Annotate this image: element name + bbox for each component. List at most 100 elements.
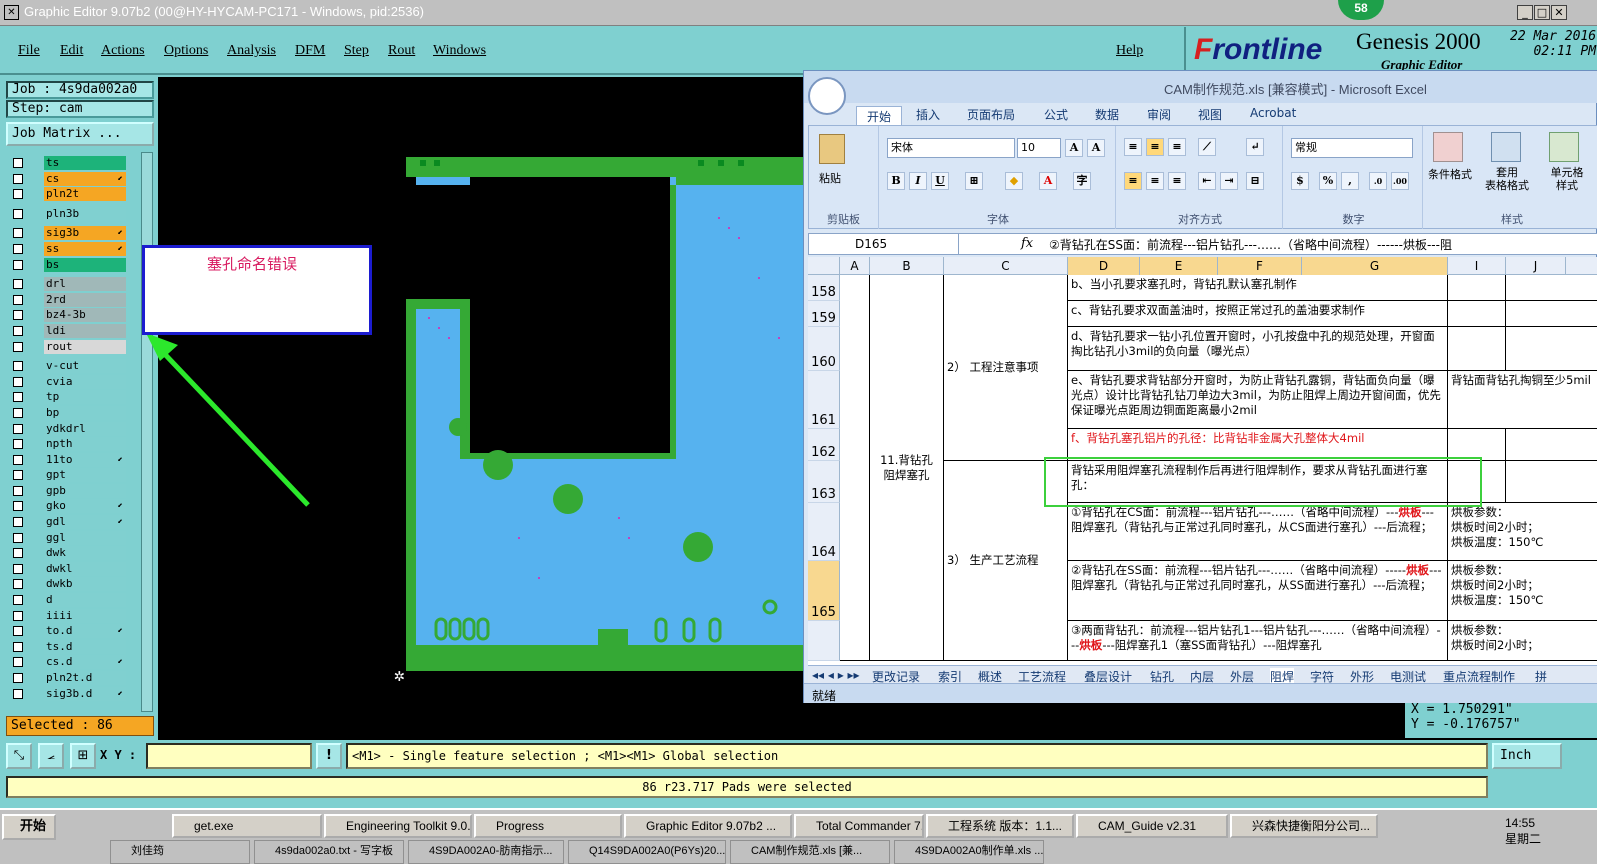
layer-checkbox[interactable] <box>13 423 23 434</box>
layer-label[interactable]: rout <box>44 339 126 354</box>
layer-label[interactable]: bs <box>44 257 126 272</box>
layer-row[interactable]: ggl <box>8 530 128 546</box>
layer-label[interactable]: 11to ⬋ <box>44 452 126 467</box>
cell-i[interactable]: 烘板参数： 烘板时间2小时； 烘板温度：150℃ <box>1448 503 1597 561</box>
font-size-select[interactable]: 10 <box>1017 138 1061 158</box>
minimize-button[interactable]: _ <box>1517 5 1533 20</box>
layer-row[interactable]: pln2t <box>8 186 128 202</box>
layer-checkbox[interactable] <box>13 208 23 219</box>
format-table-label[interactable]: 套用 表格格式 <box>1477 166 1537 192</box>
layer-checkbox[interactable] <box>13 361 23 372</box>
tab-formulas[interactable]: 公式 <box>1044 106 1068 123</box>
layer-label[interactable]: cs ⬋ <box>44 171 126 186</box>
name-box[interactable]: D165 <box>809 234 959 254</box>
layer-checkbox[interactable] <box>13 376 23 387</box>
layer-label[interactable]: ydkdrl <box>44 421 126 436</box>
menu-analysis[interactable]: Analysis <box>227 43 276 59</box>
layer-checkbox[interactable] <box>13 279 23 290</box>
layer-row[interactable]: dwk <box>8 545 128 561</box>
tab-view[interactable]: 视图 <box>1198 106 1222 123</box>
menu-actions[interactable]: Actions <box>101 43 145 59</box>
merge-cells-icon[interactable]: ⊟ <box>1246 172 1264 190</box>
taskbar-button[interactable]: get.exe <box>172 814 322 838</box>
layer-row[interactable]: ts.d <box>8 639 128 655</box>
menu-dfm[interactable]: DFM <box>295 43 325 59</box>
font-color-icon[interactable]: A <box>1039 172 1057 190</box>
layer-row[interactable]: gdl ⬋ <box>8 514 128 530</box>
col-i[interactable]: I <box>1448 257 1506 275</box>
layer-row[interactable]: ts <box>8 155 128 171</box>
layer-label[interactable]: v-cut <box>44 359 126 374</box>
row-header[interactable]: 160 <box>808 327 840 371</box>
layer-checkbox[interactable] <box>13 579 23 590</box>
cell-b-label[interactable]: 11.背钻孔 阻焊塞孔 <box>870 275 944 661</box>
menu-file[interactable]: File <box>18 43 40 59</box>
row-header[interactable]: 158 <box>808 275 840 301</box>
taskbar-button[interactable]: 4S9DA002A0制作单.xls ... <box>894 840 1044 864</box>
taskbar-button[interactable]: Graphic Editor 9.07b2 ... <box>624 814 792 838</box>
layer-checkbox[interactable] <box>13 294 23 305</box>
font-name-select[interactable]: 宋体 <box>887 138 1015 158</box>
layer-label[interactable]: 2rd <box>44 292 126 307</box>
number-format-select[interactable]: 常规 <box>1291 138 1413 158</box>
layer-checkbox[interactable] <box>13 341 23 352</box>
row-header[interactable] <box>808 621 840 661</box>
layer-row[interactable]: gpb <box>8 483 128 499</box>
paste-icon[interactable] <box>819 134 845 164</box>
taskbar-button[interactable]: 工程系统 版本：1.1... <box>926 814 1074 838</box>
layer-label[interactable]: dwkb <box>44 577 126 592</box>
align-center-icon[interactable]: ≡ <box>1146 172 1164 190</box>
cell-styles-label[interactable]: 单元格 样式 <box>1539 166 1595 192</box>
row-header[interactable]: 163 <box>808 461 840 503</box>
layer-row[interactable]: cvia <box>8 374 128 390</box>
layer-label[interactable]: ldi <box>44 323 126 338</box>
layer-row[interactable]: gpt <box>8 467 128 483</box>
alert-icon[interactable]: ! <box>316 743 342 769</box>
layer-row[interactable]: tp <box>8 389 128 405</box>
layer-checkbox[interactable] <box>13 259 23 270</box>
layer-row[interactable]: cs ⬋ <box>8 171 128 187</box>
decrease-indent-icon[interactable]: ⇤ <box>1198 172 1216 190</box>
layer-label[interactable]: sig3b ⬋ <box>44 226 126 241</box>
cell-d[interactable]: d、背钻孔要求一钻小孔位置开窗时，小孔按盘中孔的规范处理，开窗面掏比钻孔小3mi… <box>1068 327 1448 371</box>
taskbar-button[interactable]: Engineering Toolkit 9.0... <box>324 814 472 838</box>
cell-j[interactable] <box>1506 275 1597 301</box>
layer-label[interactable]: ts <box>44 156 126 170</box>
layer-checkbox[interactable] <box>13 189 23 200</box>
tab-page-layout[interactable]: 页面布局 <box>967 106 1015 123</box>
cell-d[interactable]: ①背钻孔在CS面：前流程---铝片钻孔---……（省略中间流程）---烘板---… <box>1068 503 1448 561</box>
bold-icon[interactable]: B <box>887 172 905 190</box>
tab-home[interactable]: 开始 <box>856 106 903 127</box>
layer-checkbox[interactable] <box>13 501 23 512</box>
taskbar-button[interactable]: CAM制作规范.xls [兼... <box>730 840 890 864</box>
cell-d[interactable]: b、当小孔要求塞孔时，背钻孔默认塞孔制作 <box>1068 275 1448 301</box>
taskbar-button[interactable]: Total Commander 7.0 ... <box>794 814 924 838</box>
phonetic-icon[interactable]: 字 <box>1073 172 1091 190</box>
layer-checkbox[interactable] <box>13 532 23 543</box>
align-top-icon[interactable]: ≡ <box>1124 138 1142 156</box>
menu-options[interactable]: Options <box>164 43 208 59</box>
measure-icon[interactable]: ⦟ <box>38 743 64 769</box>
layer-label[interactable]: npth <box>44 437 126 452</box>
taskbar-button[interactable]: 刘佳筠 <box>110 840 250 864</box>
tab-data[interactable]: 数据 <box>1095 106 1119 123</box>
menu-rout[interactable]: Rout <box>388 43 415 59</box>
layer-checkbox[interactable] <box>13 470 23 481</box>
zoom-icon[interactable]: ⤡ <box>6 743 32 769</box>
layer-label[interactable]: bz4-3b <box>44 308 126 323</box>
job-matrix-button[interactable]: Job Matrix ... <box>6 122 154 146</box>
layer-label[interactable]: dwk <box>44 546 126 561</box>
cell-d[interactable]: ②背钻孔在SS面：前流程---铝片钻孔---……（省略中间流程）-----烘板-… <box>1068 561 1448 621</box>
layer-label[interactable]: cvia <box>44 374 126 389</box>
menu-windows[interactable]: Windows <box>433 43 486 59</box>
layer-row[interactable]: drl <box>8 276 128 292</box>
layer-row[interactable]: to.d ⬋ <box>8 623 128 639</box>
row-header[interactable]: 162 <box>808 429 840 461</box>
menu-help[interactable]: Help <box>1116 43 1143 59</box>
col-d[interactable]: D <box>1068 257 1140 275</box>
graphic-canvas[interactable]: ✲ <box>146 77 803 740</box>
layer-row[interactable]: 2rd <box>8 292 128 308</box>
layer-checkbox[interactable] <box>13 310 23 321</box>
grid-icon[interactable]: ⊞ <box>70 743 96 769</box>
row-header[interactable]: 165 <box>808 561 840 621</box>
